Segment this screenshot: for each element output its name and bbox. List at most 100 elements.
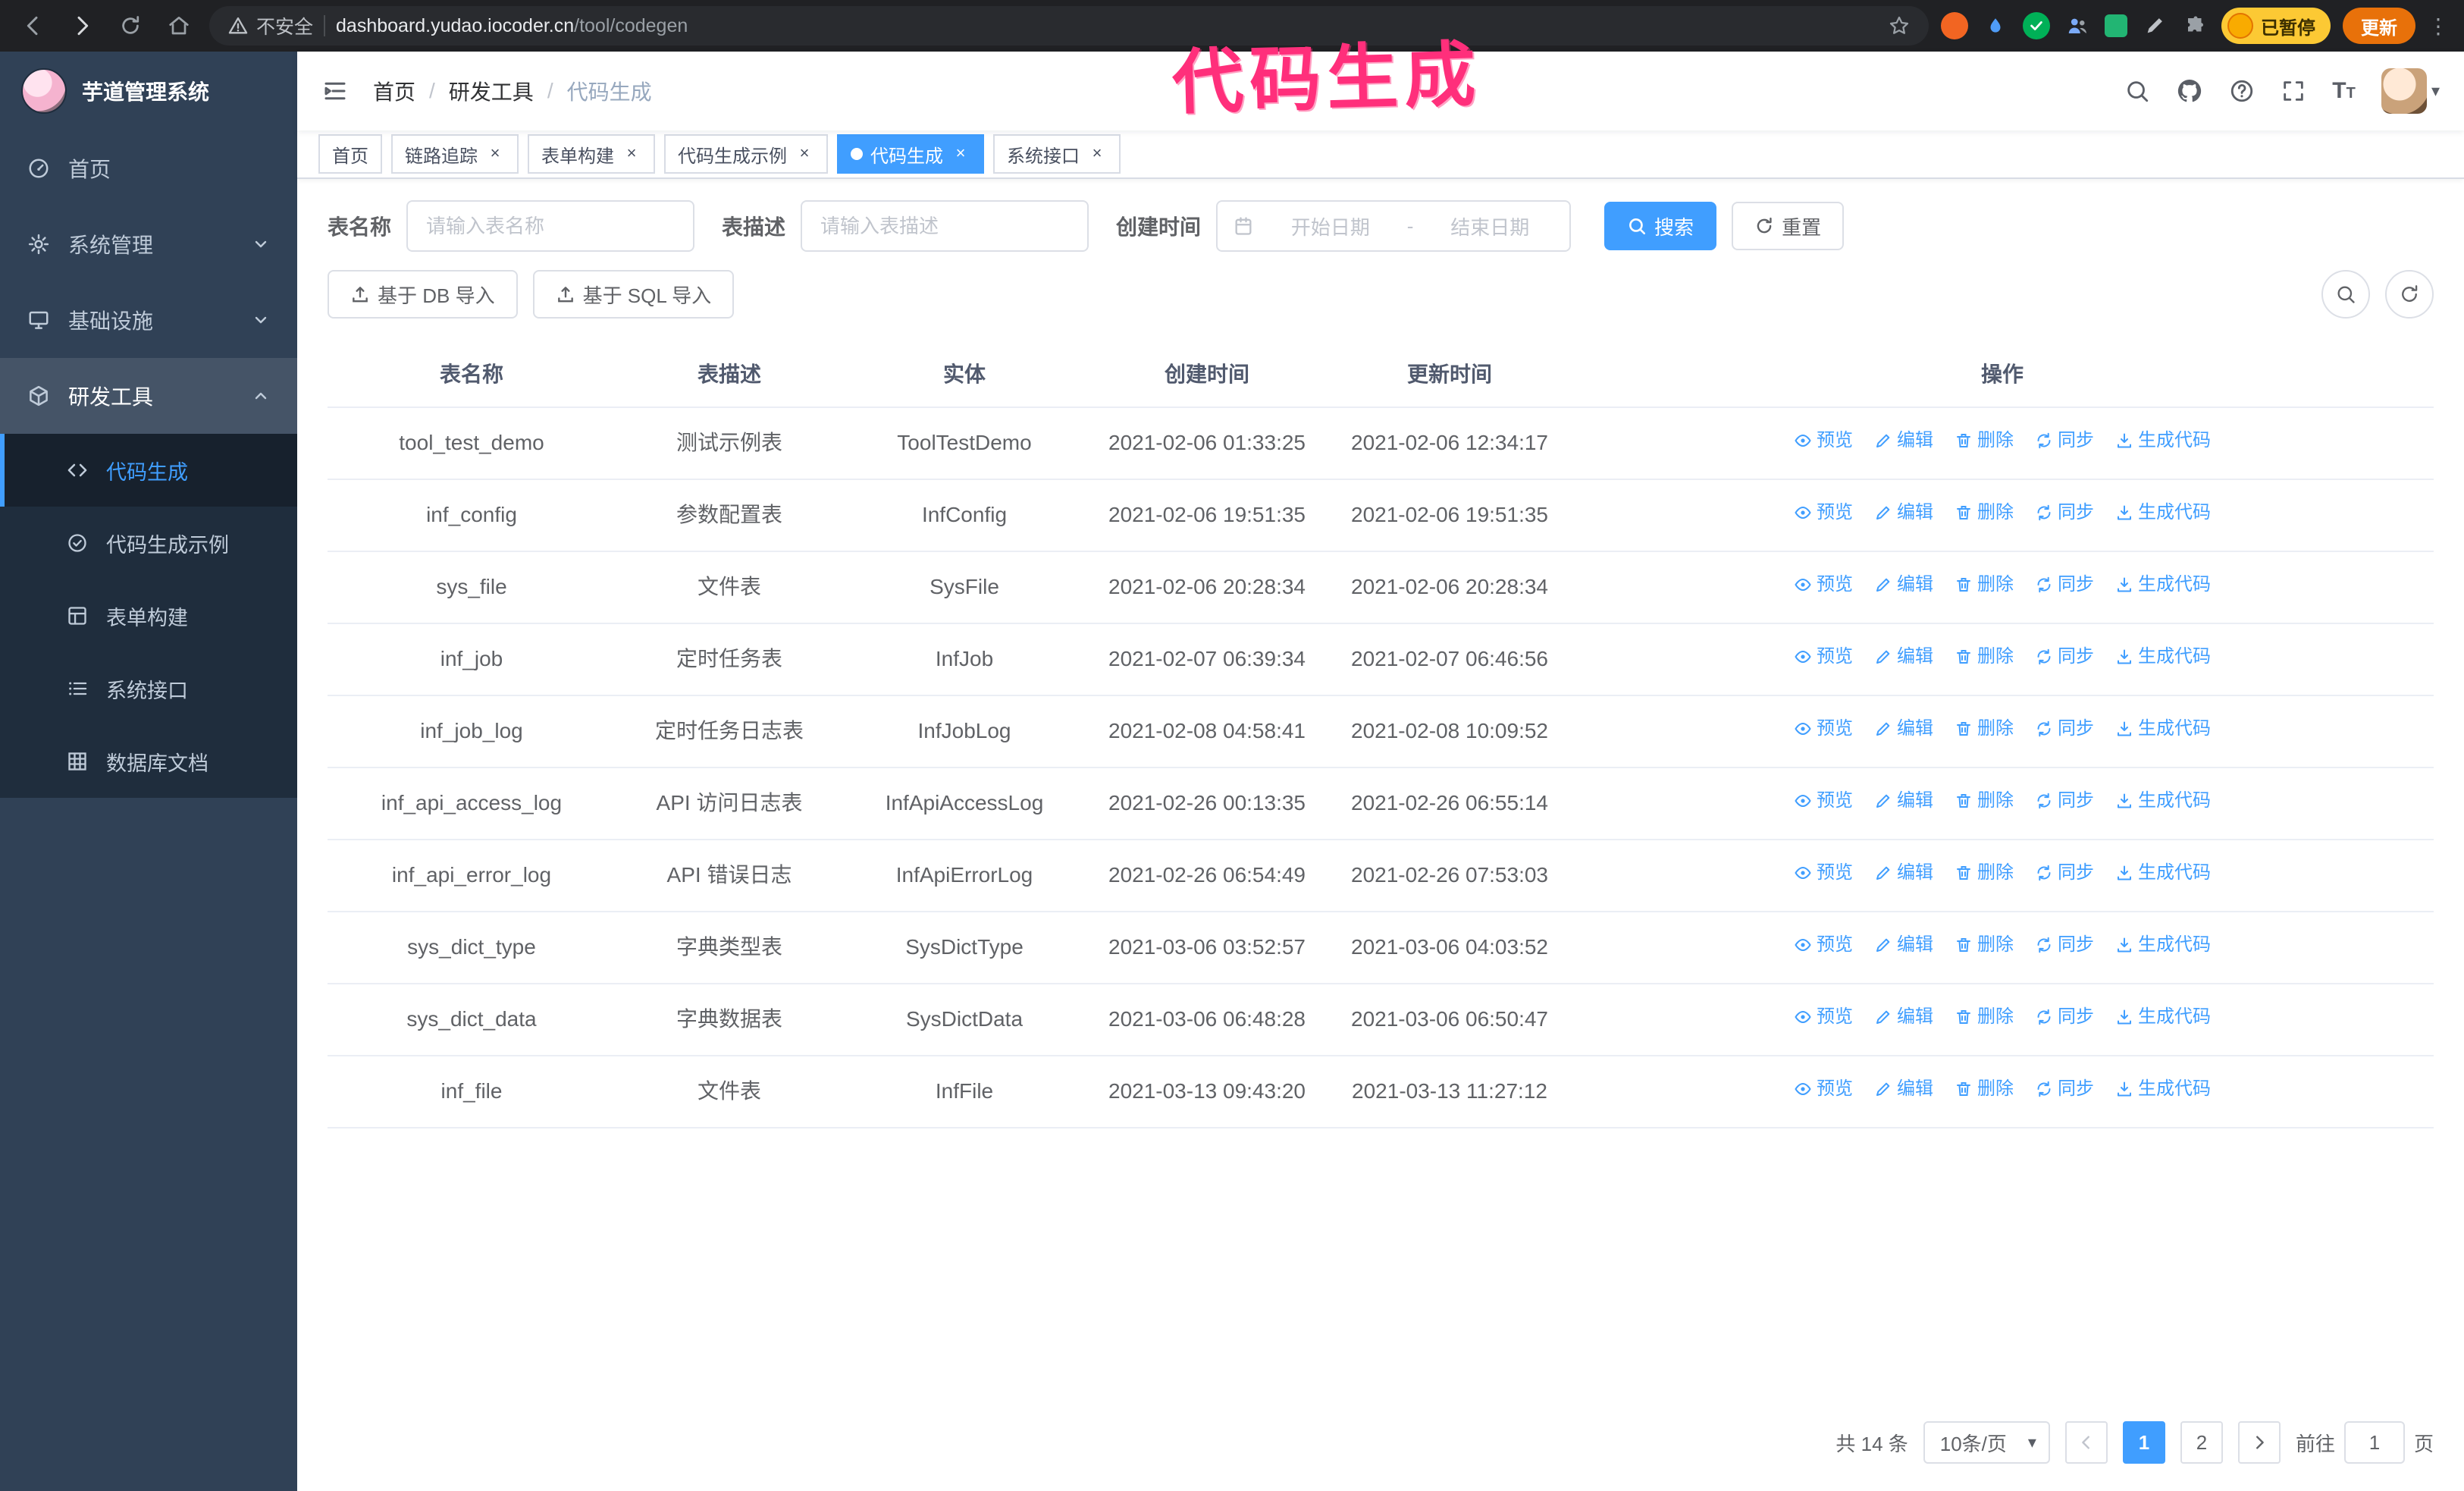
browser-update-button[interactable]: 更新 [2343,8,2415,44]
delete-link[interactable]: 删除 [1955,500,2014,526]
generate-code-link[interactable]: 生成代码 [2115,788,2211,815]
prev-page-button[interactable] [2064,1421,2108,1464]
sidebar-item-infrastructure[interactable]: 基础设施 [0,282,297,358]
edit-link[interactable]: 编辑 [1874,932,1933,959]
generate-code-link[interactable]: 生成代码 [2115,428,2211,454]
address-bar[interactable]: 不安全 dashboard.yudao.iocoder.cn/tool/code… [209,6,1929,46]
preview-link[interactable]: 预览 [1794,644,1853,670]
preview-link[interactable]: 预览 [1794,1076,1853,1103]
close-icon[interactable]: × [1087,144,1107,164]
import-sql-button[interactable]: 基于 SQL 导入 [532,270,735,319]
sidebar-item-system-api[interactable]: 系统接口 [0,652,297,725]
sync-link[interactable]: 同步 [2035,788,2094,815]
extension-icon-6[interactable] [2141,12,2168,39]
sync-link[interactable]: 同步 [2035,500,2094,526]
sync-link[interactable]: 同步 [2035,716,2094,742]
sync-link[interactable]: 同步 [2035,860,2094,887]
delete-link[interactable]: 删除 [1955,716,2014,742]
sidebar-item-form-builder[interactable]: 表单构建 [0,579,297,652]
close-icon[interactable]: × [951,144,970,164]
edit-link[interactable]: 编辑 [1874,428,1933,454]
delete-link[interactable]: 删除 [1955,572,2014,598]
header-search-button[interactable] [2124,78,2150,104]
sidebar-item-database-doc[interactable]: 数据库文档 [0,725,297,798]
extensions-puzzle-icon[interactable] [2182,12,2209,39]
browser-forward-button[interactable] [64,8,100,44]
extension-icon-4[interactable] [2064,12,2091,39]
user-menu[interactable]: ▾ [2381,68,2440,114]
delete-link[interactable]: 删除 [1955,428,2014,454]
delete-link[interactable]: 删除 [1955,644,2014,670]
reset-button[interactable]: 重置 [1732,202,1845,250]
generate-code-link[interactable]: 生成代码 [2115,716,2211,742]
delete-link[interactable]: 删除 [1955,1004,2014,1031]
edit-link[interactable]: 编辑 [1874,860,1933,887]
bookmark-star-icon[interactable] [1888,14,1911,37]
edit-link[interactable]: 编辑 [1874,716,1933,742]
browser-home-button[interactable] [161,8,197,44]
generate-code-link[interactable]: 生成代码 [2115,644,2211,670]
sidebar-item-home[interactable]: 首页 [0,130,297,206]
goto-page-input[interactable] [2343,1421,2405,1464]
sync-link[interactable]: 同步 [2035,572,2094,598]
delete-link[interactable]: 删除 [1955,1076,2014,1103]
sidebar-toggle-button[interactable] [321,77,349,105]
import-db-button[interactable]: 基于 DB 导入 [328,270,518,319]
extension-icon-3[interactable] [2023,12,2050,39]
sync-link[interactable]: 同步 [2035,1076,2094,1103]
sidebar-item-dev-tools[interactable]: 研发工具 [0,358,297,434]
breadcrumb-home[interactable]: 首页 [373,76,415,106]
table-name-input[interactable] [406,200,695,252]
preview-link[interactable]: 预览 [1794,716,1853,742]
refresh-table-button[interactable] [2385,270,2434,319]
edit-link[interactable]: 编辑 [1874,1076,1933,1103]
browser-reload-button[interactable] [112,8,149,44]
generate-code-link[interactable]: 生成代码 [2115,572,2211,598]
tab-home[interactable]: 首页 [318,134,382,174]
table-desc-input[interactable] [801,200,1089,252]
page-size-select[interactable]: 10条/页 ▾ [1923,1421,2050,1464]
preview-link[interactable]: 预览 [1794,788,1853,815]
breadcrumb-dev-tools[interactable]: 研发工具 [449,76,534,106]
sync-link[interactable]: 同步 [2035,932,2094,959]
edit-link[interactable]: 编辑 [1874,572,1933,598]
preview-link[interactable]: 预览 [1794,932,1853,959]
sidebar-logo[interactable]: 芋道管理系统 [0,52,297,130]
tab-form-builder[interactable]: 表单构建 × [528,134,655,174]
extension-icon-2[interactable] [1982,12,2009,39]
edit-link[interactable]: 编辑 [1874,500,1933,526]
security-indicator[interactable]: 不安全 [227,12,313,39]
preview-link[interactable]: 预览 [1794,428,1853,454]
page-button-2[interactable]: 2 [2180,1421,2223,1464]
help-button[interactable] [2229,78,2255,104]
browser-back-button[interactable] [15,8,52,44]
search-button[interactable]: 搜索 [1604,202,1717,250]
delete-link[interactable]: 删除 [1955,932,2014,959]
edit-link[interactable]: 编辑 [1874,644,1933,670]
extension-icon-5[interactable] [2105,14,2127,37]
sync-link[interactable]: 同步 [2035,644,2094,670]
close-icon[interactable]: × [622,144,641,164]
font-size-button[interactable]: TT [2332,78,2356,104]
preview-link[interactable]: 预览 [1794,860,1853,887]
browser-menu-kebab-icon[interactable]: ⋮ [2428,14,2449,39]
github-link[interactable] [2176,77,2203,105]
tab-code-generation[interactable]: 代码生成 × [837,134,984,174]
sidebar-item-code-generation[interactable]: 代码生成 [0,434,297,507]
tab-tracing[interactable]: 链路追踪 × [391,134,519,174]
generate-code-link[interactable]: 生成代码 [2115,500,2211,526]
tab-system-api[interactable]: 系统接口 × [993,134,1121,174]
delete-link[interactable]: 删除 [1955,860,2014,887]
generate-code-link[interactable]: 生成代码 [2115,1076,2211,1103]
extension-icon-1[interactable] [1941,12,1968,39]
profile-paused-badge[interactable]: 已暂停 [2221,8,2331,44]
edit-link[interactable]: 编辑 [1874,1004,1933,1031]
close-icon[interactable]: × [795,144,814,164]
sidebar-item-system-management[interactable]: 系统管理 [0,206,297,282]
sync-link[interactable]: 同步 [2035,428,2094,454]
date-range-picker[interactable]: 开始日期 - 结束日期 [1216,200,1572,252]
edit-link[interactable]: 编辑 [1874,788,1933,815]
generate-code-link[interactable]: 生成代码 [2115,860,2211,887]
sidebar-item-codegen-example[interactable]: 代码生成示例 [0,507,297,579]
page-button-1[interactable]: 1 [2122,1421,2165,1464]
